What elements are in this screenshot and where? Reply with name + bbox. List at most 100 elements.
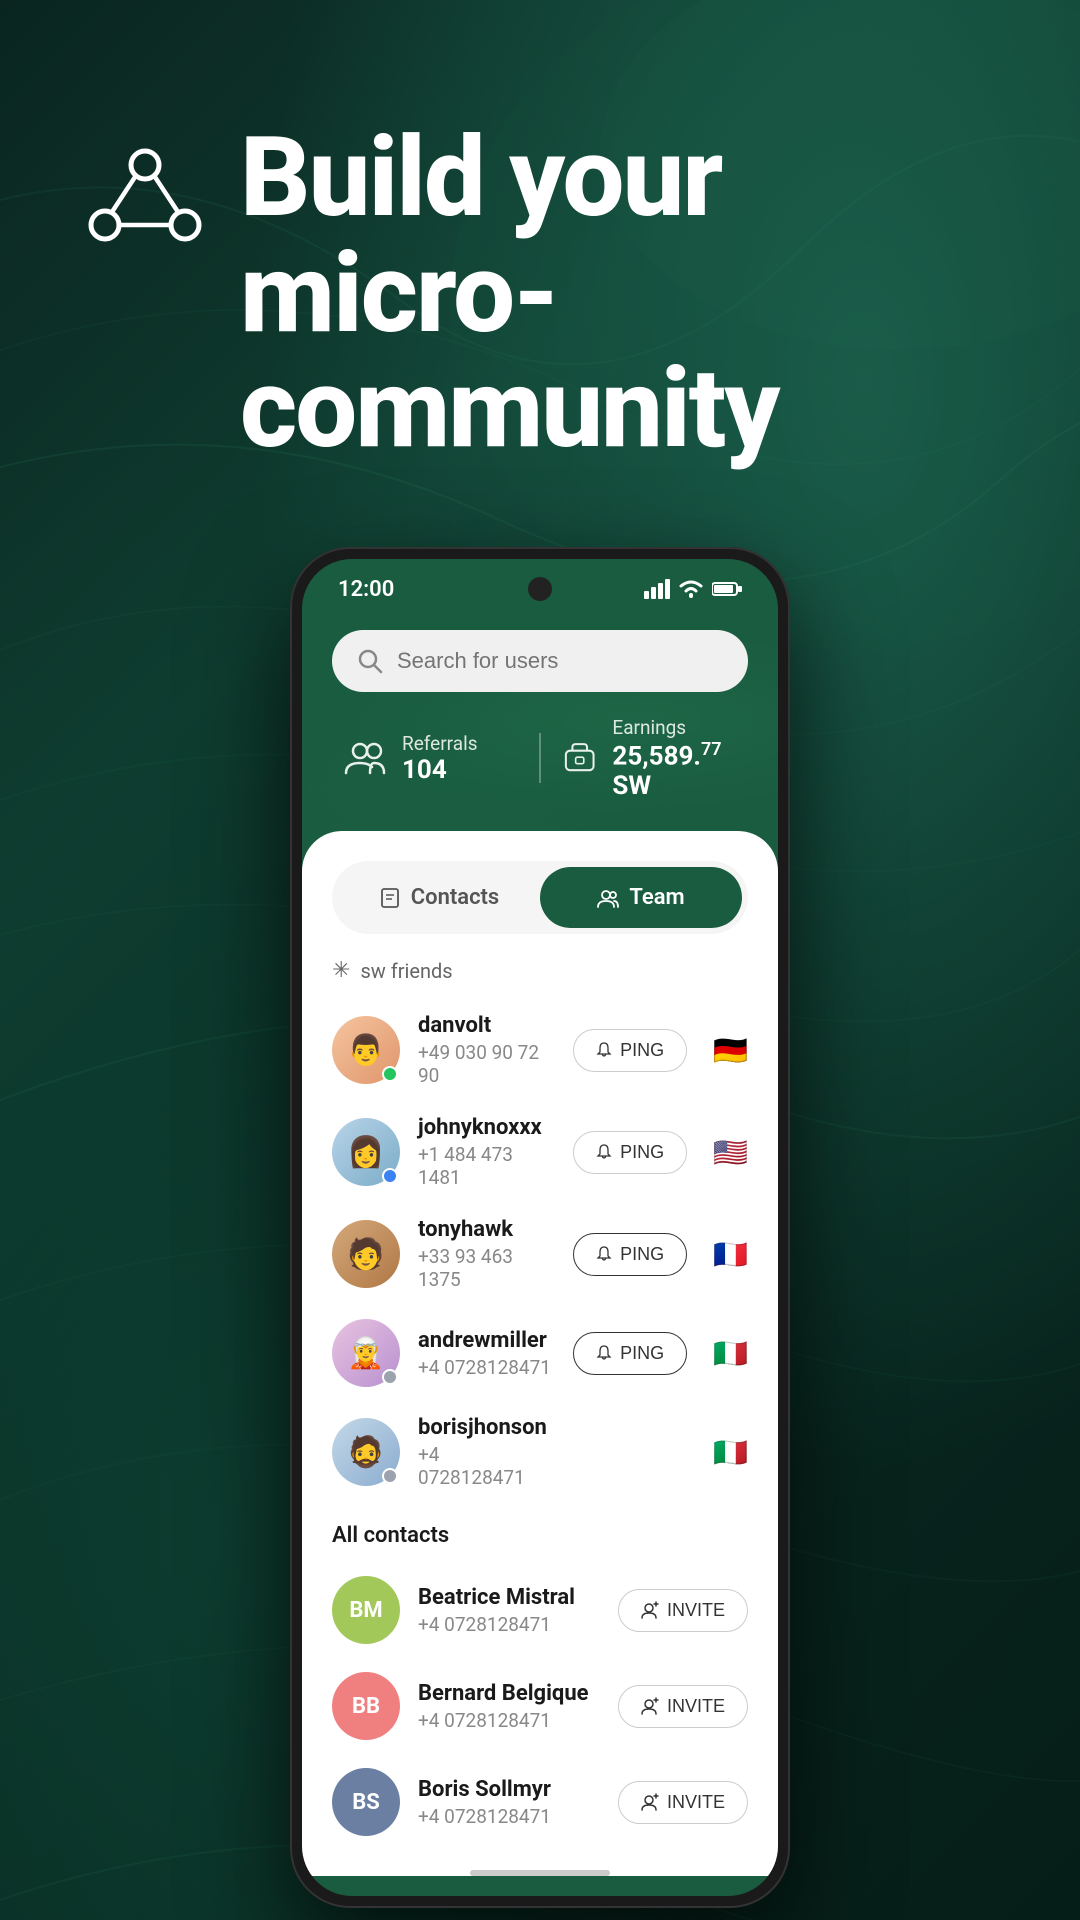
- search-icon: [357, 648, 383, 674]
- country-flag: 🇩🇪: [713, 1034, 748, 1067]
- sw-friends-icon: ✳: [332, 958, 350, 983]
- ping-button[interactable]: PING: [573, 1131, 687, 1174]
- avatar-wrapper: 🧔: [332, 1418, 400, 1486]
- community-icon: [80, 130, 210, 260]
- list-item: 🧔 borisjhonson +4 0728128471 🇮🇹: [302, 1401, 778, 1503]
- avatar-wrapper: 🧝: [332, 1319, 400, 1387]
- country-flag: 🇺🇸: [713, 1136, 748, 1169]
- contact-info: tonyhawk +33 93 463 1375: [418, 1217, 555, 1291]
- tab-team[interactable]: Team: [540, 867, 742, 928]
- ping-button[interactable]: PING: [573, 1029, 687, 1072]
- contact-info: Bernard Belgique +4 0728128471: [418, 1681, 600, 1732]
- contact-phone: +49 030 90 72 90: [418, 1041, 555, 1087]
- contact-name: Beatrice Mistral: [418, 1585, 600, 1610]
- list-item: BM Beatrice Mistral +4 0728128471: [302, 1562, 778, 1658]
- contact-phone: +4 0728128471: [418, 1613, 600, 1636]
- contact-name: Boris Sollmyr: [418, 1777, 600, 1802]
- list-item: 🧑 tonyhawk +33 93 463 1375 PING: [302, 1203, 778, 1305]
- contact-phone: +4 0728128471: [418, 1443, 547, 1489]
- bell-icon: [596, 1144, 612, 1160]
- search-input[interactable]: [397, 648, 723, 674]
- contact-name: Bernard Belgique: [418, 1681, 600, 1706]
- avatar: 🧑: [332, 1220, 400, 1288]
- avatar: BM: [332, 1576, 400, 1644]
- avatar-wrapper: 👩: [332, 1118, 400, 1186]
- wifi-icon: [678, 579, 704, 599]
- contact-username: borisjhonson: [418, 1415, 547, 1440]
- bell-icon: [596, 1345, 612, 1361]
- earnings-text: Earnings 25,589.77 SW: [612, 716, 738, 802]
- battery-icon: [712, 581, 742, 597]
- online-indicator: [382, 1168, 398, 1184]
- list-item: BS Boris Sollmyr +4 0728128471 INV: [302, 1754, 778, 1850]
- referrals-label: Referrals: [402, 732, 478, 755]
- avatar: BS: [332, 1768, 400, 1836]
- earnings-icon: [561, 735, 598, 781]
- earnings-value: 25,589.77 SW: [612, 739, 738, 802]
- earnings-label: Earnings: [612, 716, 738, 739]
- search-bar[interactable]: [332, 630, 748, 692]
- referrals-stat: Referrals 104: [342, 732, 519, 785]
- phone-screen: 12:00: [302, 559, 778, 1897]
- person-add-icon: [641, 1793, 659, 1811]
- phone-container: 12:00: [0, 547, 1080, 1909]
- referrals-text: Referrals 104: [402, 732, 478, 785]
- phone-content: Contacts Team ✳ sw fr: [302, 831, 778, 1876]
- phone-frame: 12:00: [290, 547, 790, 1909]
- list-item: 👩 johnyknoxxx +1 484 473 1481 PING: [302, 1101, 778, 1203]
- contact-info: johnyknoxxx +1 484 473 1481: [418, 1115, 555, 1189]
- contact-phone: +4 0728128471: [418, 1709, 600, 1732]
- status-time: 12:00: [338, 577, 394, 602]
- list-item: 🧝 andrewmiller +4 0728128471 PING: [302, 1305, 778, 1401]
- hero-title-line1: Build your: [240, 113, 721, 242]
- contact-phone: +4 0728128471: [418, 1805, 600, 1828]
- tab-contacts[interactable]: Contacts: [338, 867, 540, 928]
- hero-title: Build your micro-community: [240, 120, 1000, 467]
- stat-divider: [539, 733, 541, 783]
- contact-info: Boris Sollmyr +4 0728128471: [418, 1777, 600, 1828]
- camera-notch: [528, 577, 552, 601]
- bell-icon: [596, 1042, 612, 1058]
- contact-info: borisjhonson +4 0728128471: [418, 1415, 547, 1489]
- bell-icon: [596, 1246, 612, 1262]
- signal-icon: [644, 579, 670, 599]
- referrals-value: 104: [402, 755, 478, 785]
- status-icons: [644, 579, 742, 599]
- all-contacts-label: All contacts: [302, 1503, 778, 1562]
- person-add-icon: [641, 1601, 659, 1619]
- avatar-wrapper: 👨: [332, 1016, 400, 1084]
- invite-button[interactable]: INVITE: [618, 1781, 748, 1824]
- phone-header: Referrals 104 Earnings: [302, 610, 778, 832]
- home-indicator: [470, 1870, 610, 1876]
- invite-button[interactable]: INVITE: [618, 1589, 748, 1632]
- list-item: 👨 danvolt +49 030 90 72 90 PING: [302, 999, 778, 1101]
- team-tab-icon: [597, 887, 619, 909]
- contact-phone: +1 484 473 1481: [418, 1143, 555, 1189]
- person-add-icon: [641, 1697, 659, 1715]
- list-item: BB Bernard Belgique +4 0728128471: [302, 1658, 778, 1754]
- referrals-icon: [342, 735, 388, 781]
- ping-button[interactable]: PING: [573, 1233, 687, 1276]
- contact-username: tonyhawk: [418, 1217, 555, 1242]
- contact-phone: +4 0728128471: [418, 1356, 555, 1379]
- sw-friends-label: ✳ sw friends: [302, 958, 778, 999]
- contact-username: danvolt: [418, 1013, 555, 1038]
- tabs-row: Contacts Team: [332, 861, 748, 934]
- contact-info: andrewmiller +4 0728128471: [418, 1328, 555, 1379]
- invite-button[interactable]: INVITE: [618, 1685, 748, 1728]
- avatar: BB: [332, 1672, 400, 1740]
- contact-phone: +33 93 463 1375: [418, 1245, 555, 1291]
- hero-title-line2: micro-community: [240, 229, 778, 474]
- contact-username: johnyknoxxx: [418, 1115, 555, 1140]
- country-flag: 🇫🇷: [713, 1238, 748, 1271]
- avatar-wrapper: 🧑: [332, 1220, 400, 1288]
- earnings-stat: Earnings 25,589.77 SW: [561, 716, 738, 802]
- country-flag: 🇮🇹: [713, 1337, 748, 1370]
- stats-row: Referrals 104 Earnings: [332, 716, 748, 802]
- online-indicator: [382, 1468, 398, 1484]
- contact-info: Beatrice Mistral +4 0728128471: [418, 1585, 600, 1636]
- contact-username: andrewmiller: [418, 1328, 555, 1353]
- contacts-tab-icon: [379, 887, 401, 909]
- country-flag: 🇮🇹: [713, 1436, 748, 1469]
- ping-button[interactable]: PING: [573, 1332, 687, 1375]
